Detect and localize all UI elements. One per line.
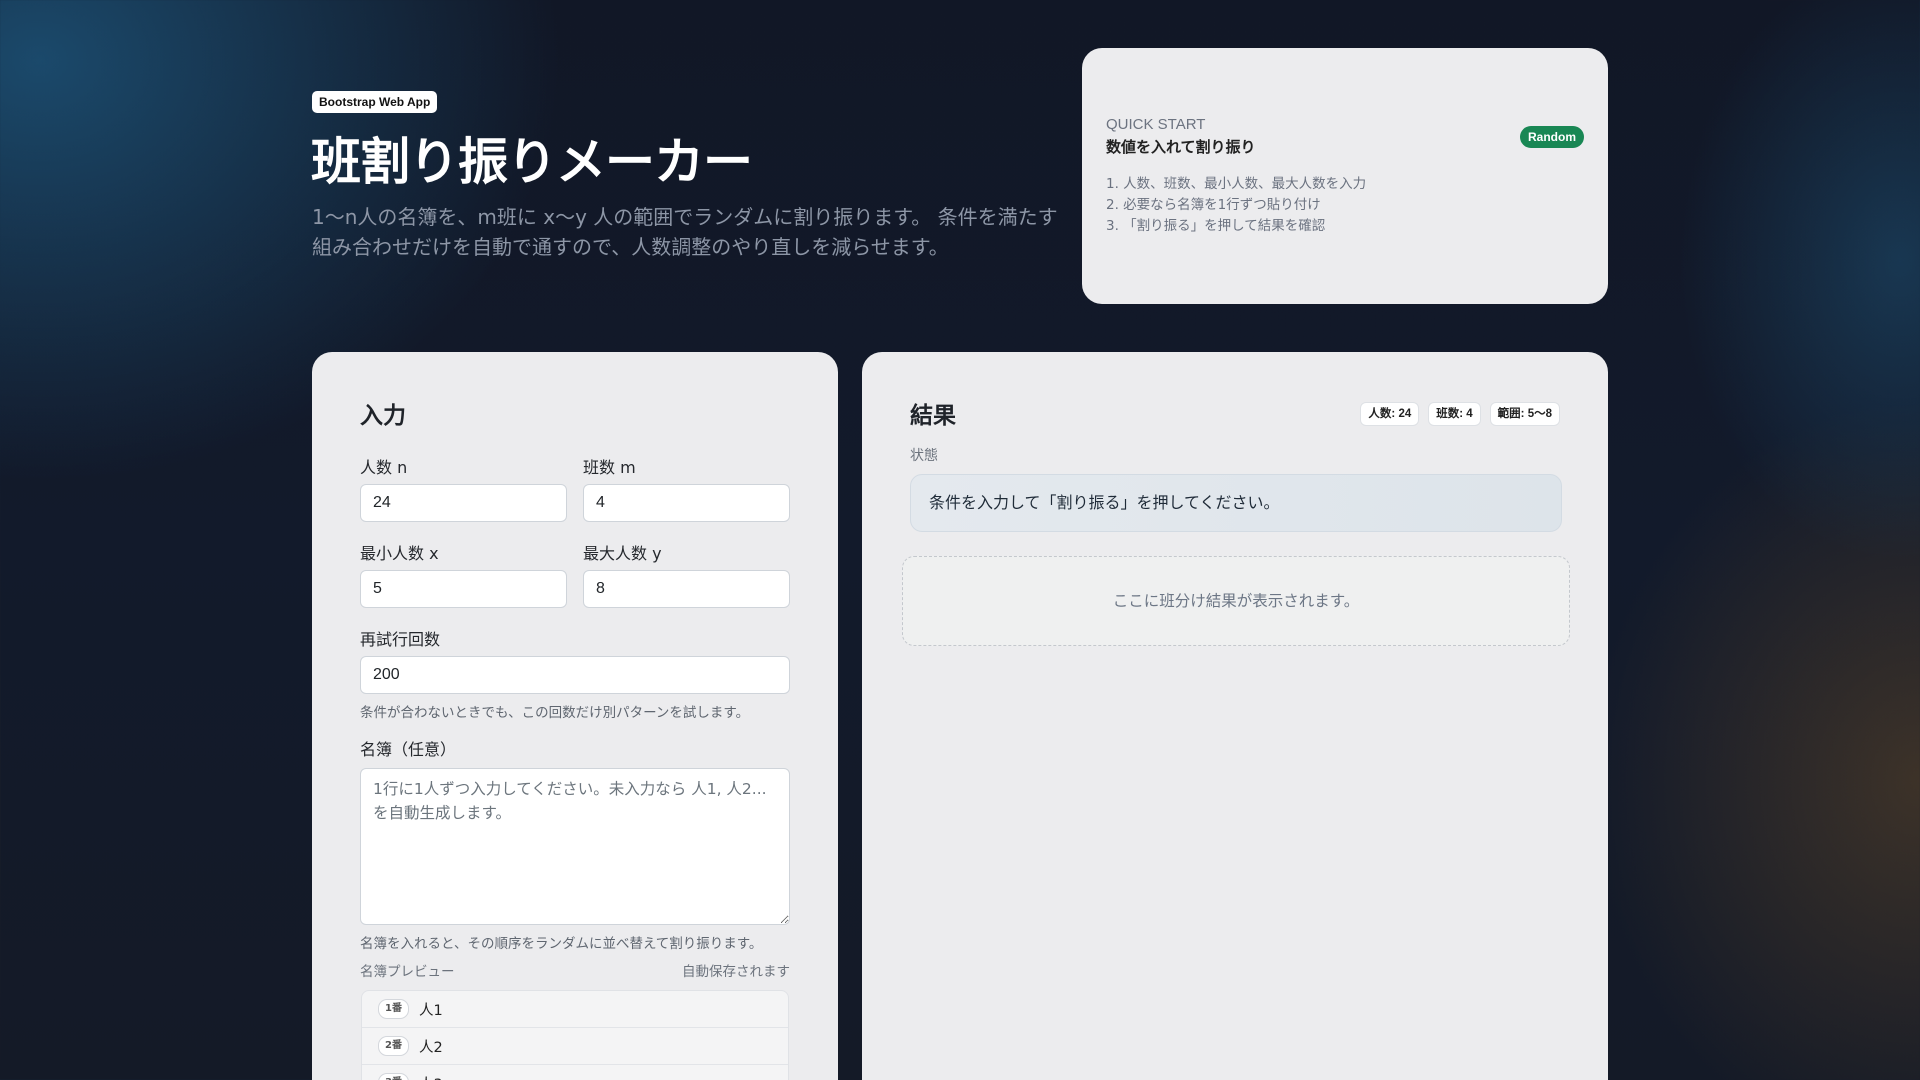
item-number-badge: 1番 [378,999,409,1019]
max-size-label: 最大人数 y [583,544,662,563]
status-message: 条件を入力して「割り振る」を押してください。 [910,474,1562,532]
list-item: 2番 人2 [362,1028,788,1065]
item-number-badge: 2番 [378,1036,409,1056]
min-size-input[interactable]: 5 [360,570,567,608]
people-count-badge: 人数: 24 [1360,402,1420,426]
people-count-input[interactable]: 24 [360,484,567,522]
list-item: 3番 人3 [362,1065,788,1080]
people-count-label: 人数 n [360,458,408,477]
group-count-badge: 班数: 4 [1428,402,1481,426]
retry-count-label: 再試行回数 [360,630,441,649]
input-panel: 入力 人数 n 24 班数 m 4 最小人数 x 5 最大人数 y 8 再試行回… [312,352,838,1080]
random-badge: Random [1520,126,1584,148]
autosave-note: 自動保存されます [682,964,790,980]
summary-badges: 人数: 24 班数: 4 範囲: 5〜8 [1360,402,1560,426]
quick-start-card: QUICK START 数値を入れて割り振り Random 1. 人数、班数、最… [1082,48,1608,304]
quick-start-title: 数値を入れて割り振り [1106,138,1256,156]
range-badge: 範囲: 5〜8 [1489,402,1560,426]
quick-start-steps: 1. 人数、班数、最小人数、最大人数を入力 2. 必要なら名簿を1行ずつ貼り付け… [1106,174,1366,237]
page-title: 班割り振りメーカー [311,133,753,191]
roster-preview-label: 名簿プレビュー [360,964,455,980]
roster-textarea[interactable] [360,768,790,925]
result-panel: 結果 人数: 24 班数: 4 範囲: 5〜8 状態 条件を入力して「割り振る」… [862,352,1608,1080]
item-name: 人1 [418,1002,443,1019]
quick-start-label: QUICK START [1106,116,1206,133]
group-count-label: 班数 m [583,458,636,477]
state-label: 状態 [910,448,938,464]
min-size-label: 最小人数 x [360,544,439,563]
max-size-input[interactable]: 8 [583,570,790,608]
app-badge: Bootstrap Web App [312,91,438,113]
page-description: 1〜n人の名簿を、m班に x〜y 人の範囲でランダムに割り振ります。 条件を満た… [312,205,1058,259]
roster-help-text: 名簿を入れると、その順序をランダムに並べ替えて割り振ります。 [360,936,763,952]
quick-start-step: 2. 必要なら名簿を1行ずつ貼り付け [1106,197,1321,213]
roster-label: 名簿（任意） [360,740,457,759]
quick-start-step: 3. 「割り振る」を押して結果を確認 [1106,218,1326,234]
list-item: 1番 人1 [362,991,788,1028]
item-name: 人2 [418,1039,443,1056]
retry-count-input[interactable]: 200 [360,656,790,694]
result-placeholder: ここに班分け結果が表示されます。 [902,556,1570,646]
roster-preview-list: 1番 人1 2番 人2 3番 人3 [361,990,789,1080]
result-heading: 結果 [910,403,956,429]
input-heading: 入力 [360,403,406,429]
item-number-badge: 3番 [378,1073,409,1080]
quick-start-step: 1. 人数、班数、最小人数、最大人数を入力 [1106,176,1367,192]
group-count-input[interactable]: 4 [583,484,790,522]
item-name: 人3 [419,1073,443,1080]
retry-help-text: 条件が合わないときでも、この回数だけ別パターンを試します。 [360,705,750,721]
